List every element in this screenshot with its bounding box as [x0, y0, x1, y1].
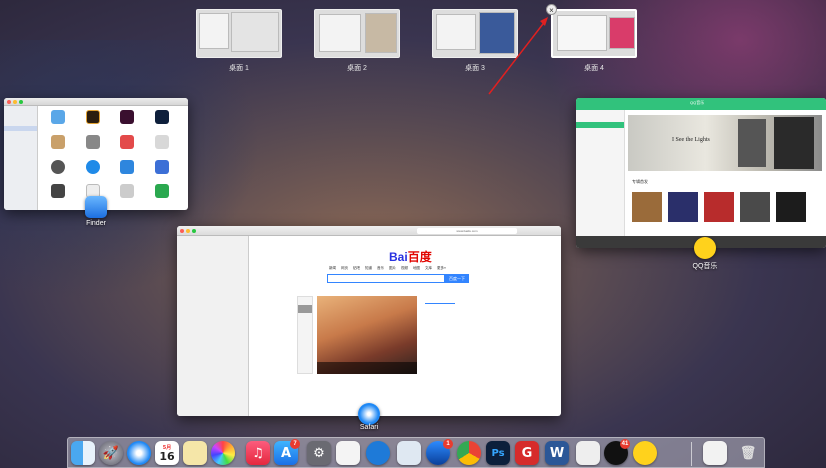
baidu-news-photo[interactable]	[317, 296, 417, 374]
album-card[interactable]	[668, 192, 698, 222]
safari-app-icon	[358, 403, 380, 425]
baidu-nav-item[interactable]: 新闻	[329, 266, 336, 271]
preview-icon[interactable]	[397, 441, 421, 465]
music-icon[interactable]: ♫	[246, 441, 270, 465]
album-card[interactable]	[704, 192, 734, 222]
downloads-stack-icon[interactable]	[703, 441, 727, 465]
finder-icon[interactable]	[71, 441, 95, 465]
finder-app-label: Finder	[86, 220, 106, 227]
qq-music-header[interactable]: QQ音乐	[576, 98, 826, 110]
launchpad-icon[interactable]: 🚀	[99, 441, 123, 465]
text-edit-icon[interactable]	[336, 441, 360, 465]
qq-music-icon[interactable]	[633, 441, 657, 465]
dock-divider	[691, 442, 692, 466]
baidu-nav: 新闻 网页 贴吧 知道 音乐 图片 视频 地图 文库 更多»	[329, 266, 446, 271]
baidu-search-button[interactable]: 百度一下	[445, 274, 469, 283]
baidu-logo-bai: Bai	[389, 250, 408, 264]
finder-window[interactable]	[4, 98, 188, 210]
baidu-nav-item[interactable]: 视频	[401, 266, 408, 271]
baidu-nav-item[interactable]: 知道	[365, 266, 372, 271]
safari-app-label: Safari	[359, 424, 379, 431]
album-card[interactable]	[740, 192, 770, 222]
netease-badge: 1	[443, 439, 453, 449]
calendar-day: 16	[159, 450, 175, 463]
safari-sidebar	[177, 236, 249, 416]
baidu-nav-item[interactable]: 图片	[389, 266, 396, 271]
qq-banner-text: I See the Lights	[672, 137, 710, 143]
baidu-logo: Bai百度	[389, 248, 432, 265]
baidu-nav-item[interactable]: 贴吧	[353, 266, 360, 271]
baidu-nav-item[interactable]: 文库	[425, 266, 432, 271]
qq-music-sidebar	[576, 110, 625, 236]
qq-music-window[interactable]: QQ音乐 I See the Lights 专辑首发	[576, 98, 826, 248]
image-capture-icon[interactable]	[576, 441, 600, 465]
finder-app-icon	[85, 196, 107, 218]
baidu-search-input[interactable]	[327, 274, 445, 283]
calendar-icon[interactable]: 5月 16	[155, 441, 179, 465]
baidu-side-tabs[interactable]	[297, 296, 313, 374]
qq-music-app-icon	[694, 237, 716, 259]
app-store-badge: 7	[290, 439, 300, 449]
chrome-icon[interactable]	[457, 441, 481, 465]
netease-music-icon[interactable]: G	[515, 441, 539, 465]
qq-section-title: 专辑首发	[632, 179, 648, 184]
baidu-nav-item[interactable]: 网页	[341, 266, 348, 271]
safari-icon[interactable]	[127, 441, 151, 465]
album-card[interactable]	[776, 192, 806, 222]
notes-icon[interactable]	[183, 441, 207, 465]
qq-music-title: QQ音乐	[690, 100, 705, 105]
qq-music-banner[interactable]: I See the Lights	[628, 115, 822, 171]
qq-badge: 41	[620, 439, 630, 449]
qq-music-app-label: QQ音乐	[692, 263, 718, 270]
safari-url-bar[interactable]: www.baidu.com	[417, 228, 517, 234]
trash-icon[interactable]: 🗑	[736, 441, 760, 465]
photos-icon[interactable]	[211, 441, 235, 465]
news-list-right	[482, 298, 561, 358]
baidu-nav-item[interactable]: 更多»	[437, 266, 446, 271]
album-card[interactable]	[632, 192, 662, 222]
baidu-nav-item[interactable]: 地图	[413, 266, 420, 271]
baidu-nav-item[interactable]: 音乐	[377, 266, 384, 271]
finder-titlebar[interactable]	[4, 98, 188, 106]
search-app-icon[interactable]	[366, 441, 390, 465]
system-preferences-icon[interactable]: ⚙	[307, 441, 331, 465]
photo-caption-bar	[317, 362, 417, 374]
word-icon[interactable]: W	[545, 441, 569, 465]
baidu-logo-text: 百度	[407, 250, 432, 264]
safari-window[interactable]: www.baidu.com Bai百度 新闻 网页 贴吧 知道 音乐 图片 视频…	[177, 226, 561, 416]
safari-toolbar[interactable]: www.baidu.com	[177, 226, 561, 236]
finder-icon-grid	[42, 110, 178, 206]
photoshop-icon[interactable]: Ps	[486, 441, 510, 465]
finder-sidebar	[4, 106, 38, 210]
